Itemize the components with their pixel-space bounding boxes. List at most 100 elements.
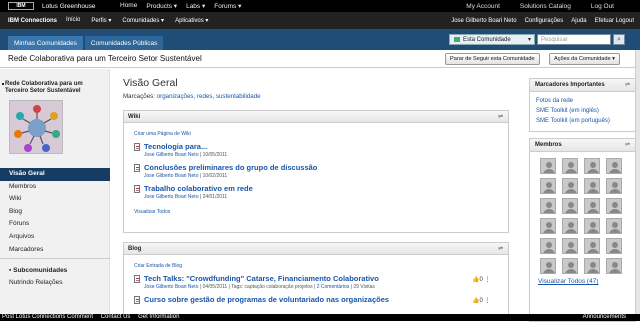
announcements-link[interactable]: Announcements (583, 314, 626, 321)
search-button[interactable]: ⌕ (613, 34, 625, 45)
nav-aplicativos[interactable]: Aplicativos ▾ (175, 17, 208, 24)
members-view-all-link[interactable]: Visualizar Todos (47) (538, 278, 598, 285)
blog-entry-icon (134, 275, 140, 283)
member-avatar[interactable] (562, 178, 578, 194)
blog-widget: Blog ⇌ Criar Entrada de Blog Tech Talks:… (123, 242, 509, 317)
member-avatar[interactable] (606, 198, 622, 214)
nav-bookmarks[interactable]: Marcadores (0, 244, 110, 257)
member-avatar[interactable] (562, 218, 578, 234)
member-avatar[interactable] (562, 238, 578, 254)
my-account-link[interactable]: My Account (466, 3, 500, 10)
community-actions-button[interactable]: Ações da Comunidade ▾ (549, 53, 620, 65)
scrollbar[interactable] (635, 50, 640, 314)
nav-comunidades[interactable]: Comunidades ▾ (122, 17, 164, 24)
widget-menu-icon[interactable]: ⇌ (625, 79, 630, 92)
nav-home[interactable]: Home (120, 2, 137, 10)
member-avatar[interactable] (606, 178, 622, 194)
member-avatar[interactable] (606, 158, 622, 174)
member-avatar[interactable] (584, 158, 600, 174)
member-avatar[interactable] (540, 198, 556, 214)
search-scope-select[interactable]: Esta Comunidade ▾ (449, 34, 535, 45)
member-avatar[interactable] (584, 218, 600, 234)
unfollow-button[interactable]: Parar de Seguir esta Comunidade (445, 53, 540, 65)
entry-author[interactable]: Jose Gilberto Boari Neto (144, 284, 198, 290)
member-avatar[interactable] (584, 238, 600, 254)
blog-entry-title[interactable]: Tech Talks: "Crowdfunding" Catarse, Fina… (144, 274, 508, 283)
member-avatar[interactable] (562, 158, 578, 174)
connections-bar: IBM Connections Início Perfis ▾ Comunida… (0, 12, 640, 29)
wiki-entry-title[interactable]: Conclusões preliminares do grupo de disc… (144, 163, 508, 172)
search-input[interactable]: Pesquisar (537, 34, 611, 45)
member-avatar[interactable] (562, 258, 578, 274)
site-name: Lotus Greenhouse (42, 2, 96, 10)
tab-public-communities[interactable]: Comunidades Públicas (84, 36, 164, 50)
nav-forums-pt[interactable]: Fóruns (0, 218, 110, 231)
nav-forums[interactable]: Forums ▾ (214, 2, 241, 10)
nav-inicio[interactable]: Início (66, 17, 80, 24)
members-grid (530, 152, 635, 274)
member-avatar[interactable] (540, 258, 556, 274)
user-name[interactable]: Jose Gilberto Boari Neto (451, 18, 516, 24)
member-avatar[interactable] (606, 218, 622, 234)
nav-overview[interactable]: Visão Geral (0, 168, 110, 181)
ibm-logo[interactable]: IBM (8, 2, 34, 10)
connections-brand[interactable]: IBM Connections (8, 18, 66, 24)
entry-visits: 29 Visitas (353, 284, 375, 290)
footer-comment-link[interactable]: Post Lotus Connections Comment (2, 314, 93, 320)
member-avatar[interactable] (584, 178, 600, 194)
wiki-entry-title[interactable]: Tecnologia para... (144, 142, 508, 151)
tags-links[interactable]: organizações, redes, sustentabilidade (157, 93, 261, 100)
tab-my-communities[interactable]: Minhas Comunidades (8, 36, 83, 50)
nav-labs[interactable]: Labs ▾ (186, 2, 205, 10)
logout-link[interactable]: Log Out (591, 3, 614, 10)
help-link[interactable]: Ajuda (571, 18, 586, 24)
footer-info-link[interactable]: Get Information (138, 314, 179, 320)
blog-entry-title[interactable]: Curso sobre gestão de programas de volun… (144, 295, 508, 304)
member-avatar[interactable] (540, 218, 556, 234)
member-avatar[interactable] (606, 238, 622, 254)
wiki-entry-title[interactable]: Trabalho colaborativo em rede (144, 184, 508, 193)
entry-author[interactable]: Jose Gilberto Boari Neto (144, 194, 198, 200)
widget-menu-icon[interactable]: ⇌ (498, 111, 503, 123)
bookmark-link[interactable]: Fotos da rede (536, 96, 635, 106)
member-avatar[interactable] (606, 258, 622, 274)
more-icon[interactable]: ⋮ (485, 277, 491, 283)
widget-menu-icon[interactable]: ⇌ (625, 139, 630, 152)
entry-author[interactable]: Jose Gilberto Boari Neto (144, 152, 198, 158)
community-sidebar-title: Rede Colaborativa para um Terceiro Setor… (2, 81, 95, 94)
like-count[interactable]: 👍0 ⋮ (472, 276, 491, 283)
widget-menu-icon[interactable]: ⇌ (498, 243, 503, 255)
community-image (9, 100, 63, 154)
nav-perfis[interactable]: Perfis ▾ (91, 17, 111, 24)
like-count[interactable]: 👍0 ⋮ (472, 297, 491, 304)
create-blog-entry-link[interactable]: Criar Entrada de Blog (134, 263, 182, 269)
entry-tags[interactable]: Tags: captação colaboração projetos (231, 284, 312, 290)
logout-link-pt[interactable]: Efetuar Logout (595, 18, 634, 24)
settings-link[interactable]: Configurações (525, 18, 564, 24)
member-avatar[interactable] (562, 198, 578, 214)
bookmark-link[interactable]: SME Toolkit (em português) (536, 116, 635, 126)
entry-author[interactable]: Jose Gilberto Boari Neto (144, 173, 198, 179)
member-avatar[interactable] (540, 158, 556, 174)
entry-comments[interactable]: 2 Comentários (317, 284, 350, 290)
bookmarks-title: Marcadores Importantes (535, 82, 605, 88)
nav-files[interactable]: Arquivos (0, 231, 110, 244)
member-avatar[interactable] (540, 238, 556, 254)
member-avatar[interactable] (584, 258, 600, 274)
create-wiki-page-link[interactable]: Criar uma Página de Wiki (134, 131, 191, 137)
nav-blog[interactable]: Blog (0, 206, 110, 219)
subcommunities-label: Subcomunidades (13, 267, 68, 275)
footer-contact-link[interactable]: Contact Us (101, 314, 131, 320)
member-avatar[interactable] (540, 178, 556, 194)
wiki-view-all-link[interactable]: Visualizar Todos (134, 209, 170, 215)
wiki-entry: Trabalho colaborativo em rede Jose Gilbe… (134, 184, 508, 200)
subcommunity-item[interactable]: Nutrindo Relações (0, 277, 110, 290)
solutions-catalog-link[interactable]: Solutions Catalog (520, 3, 571, 10)
nav-wiki[interactable]: Wiki (0, 193, 110, 206)
nav-members[interactable]: Membros (0, 181, 110, 194)
member-avatar[interactable] (584, 198, 600, 214)
nav-products[interactable]: Products ▾ (146, 2, 177, 10)
bookmark-link[interactable]: SME Toolkit (em inglês) (536, 106, 635, 116)
wiki-widget: Wiki ⇌ Criar uma Página de Wiki Tecnolog… (123, 110, 509, 233)
more-icon[interactable]: ⋮ (485, 298, 491, 304)
